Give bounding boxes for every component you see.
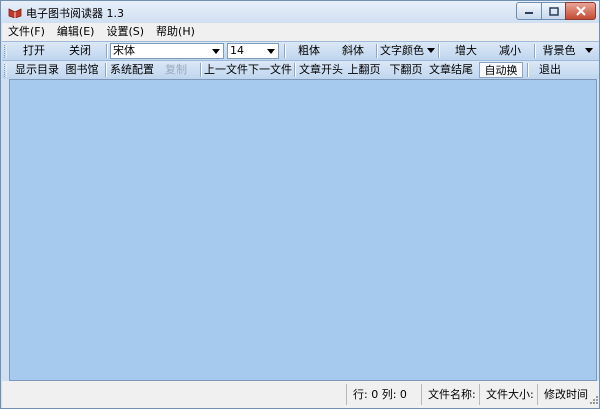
background-color-dropdown-icon[interactable]	[585, 48, 593, 53]
close-icon	[575, 6, 586, 16]
toolbar-grip[interactable]	[4, 64, 7, 77]
library-button[interactable]: 图书馆	[63, 62, 101, 78]
font-family-value: 宋体	[113, 44, 135, 57]
row-column-status: 行: 0 列: 0	[346, 384, 414, 405]
page-up-button[interactable]: 上翻页	[346, 62, 382, 78]
bold-button[interactable]: 粗体	[289, 43, 329, 59]
menu-help[interactable]: 帮助(H)	[150, 23, 201, 41]
menu-settings[interactable]: 设置(S)	[100, 23, 150, 41]
close-window-button[interactable]	[565, 2, 596, 20]
app-window: 电子图书阅读器 1.3 文件(F) 编辑(E) 设置(S) 帮助(H) 打开 关…	[0, 0, 600, 409]
system-settings-button[interactable]: 系统配置	[109, 62, 155, 78]
menu-file[interactable]: 文件(F)	[2, 23, 51, 41]
minimize-icon	[525, 12, 533, 14]
reading-area[interactable]	[9, 79, 597, 381]
toolbar-separator	[284, 44, 285, 58]
file-size-status: 文件大小:	[479, 384, 535, 405]
show-toc-button[interactable]: 显示目录	[14, 62, 60, 78]
italic-button[interactable]: 斜体	[333, 43, 373, 59]
toolbar-separator	[534, 44, 535, 58]
menu-edit[interactable]: 编辑(E)	[51, 23, 101, 41]
zoom-in-button[interactable]: 增大	[446, 43, 486, 59]
auto-wrap-toggle[interactable]: 自动换行	[479, 62, 523, 93]
text-color-dropdown-icon[interactable]	[427, 48, 435, 53]
menu-bar: 文件(F) 编辑(E) 设置(S) 帮助(H)	[2, 23, 599, 41]
toolbar-separator	[200, 63, 201, 77]
minimize-button[interactable]	[516, 2, 542, 20]
window-title: 电子图书阅读器 1.3	[26, 7, 124, 20]
toolbar-separator	[105, 63, 106, 77]
toolbar-separator	[106, 44, 107, 58]
file-name-status: 文件名称:	[421, 384, 477, 405]
title-bar[interactable]: 电子图书阅读器 1.3	[1, 1, 599, 23]
font-size-value: 14	[230, 44, 244, 57]
document-start-button[interactable]: 文章开头	[298, 62, 344, 78]
resize-grip-icon[interactable]	[589, 395, 599, 405]
chevron-down-icon[interactable]	[264, 44, 278, 58]
document-end-button[interactable]: 文章结尾	[428, 62, 474, 78]
format-toolbar: 打开 关闭 宋体 14 粗体 斜体 文字颜色 增大 减小 背景色	[2, 41, 599, 60]
maximize-button[interactable]	[541, 2, 566, 20]
text-color-button[interactable]: 文字颜色	[379, 43, 425, 59]
exit-button[interactable]: 退出	[532, 62, 568, 78]
copy-button[interactable]: 复制	[160, 62, 192, 78]
zoom-out-button[interactable]: 减小	[490, 43, 530, 59]
toolbar-grip[interactable]	[4, 45, 7, 58]
next-file-button[interactable]: 下一文件	[248, 62, 292, 78]
status-bar: 行: 0 列: 0 文件名称: 文件大小: 修改时间	[2, 381, 599, 408]
toolbar-separator	[527, 63, 528, 77]
navigation-toolbar: 显示目录 图书馆 系统配置 复制 上一文件 下一文件 文章开头 上翻页 下翻页 …	[2, 60, 599, 93]
close-button[interactable]: 关闭	[60, 43, 100, 59]
open-button[interactable]: 打开	[14, 43, 54, 59]
chevron-down-icon[interactable]	[209, 44, 223, 58]
font-size-select[interactable]: 14	[227, 43, 279, 59]
background-color-button[interactable]: 背景色	[539, 43, 579, 59]
font-family-select[interactable]: 宋体	[110, 43, 224, 59]
toolbar-separator	[438, 44, 439, 58]
page-down-button[interactable]: 下翻页	[388, 62, 424, 78]
toolbar-separator	[294, 63, 295, 77]
toolbar-separator	[376, 44, 377, 58]
book-icon	[8, 8, 22, 18]
previous-file-button[interactable]: 上一文件	[204, 62, 248, 78]
modified-time-status: 修改时间	[537, 384, 589, 405]
maximize-icon	[548, 6, 559, 16]
